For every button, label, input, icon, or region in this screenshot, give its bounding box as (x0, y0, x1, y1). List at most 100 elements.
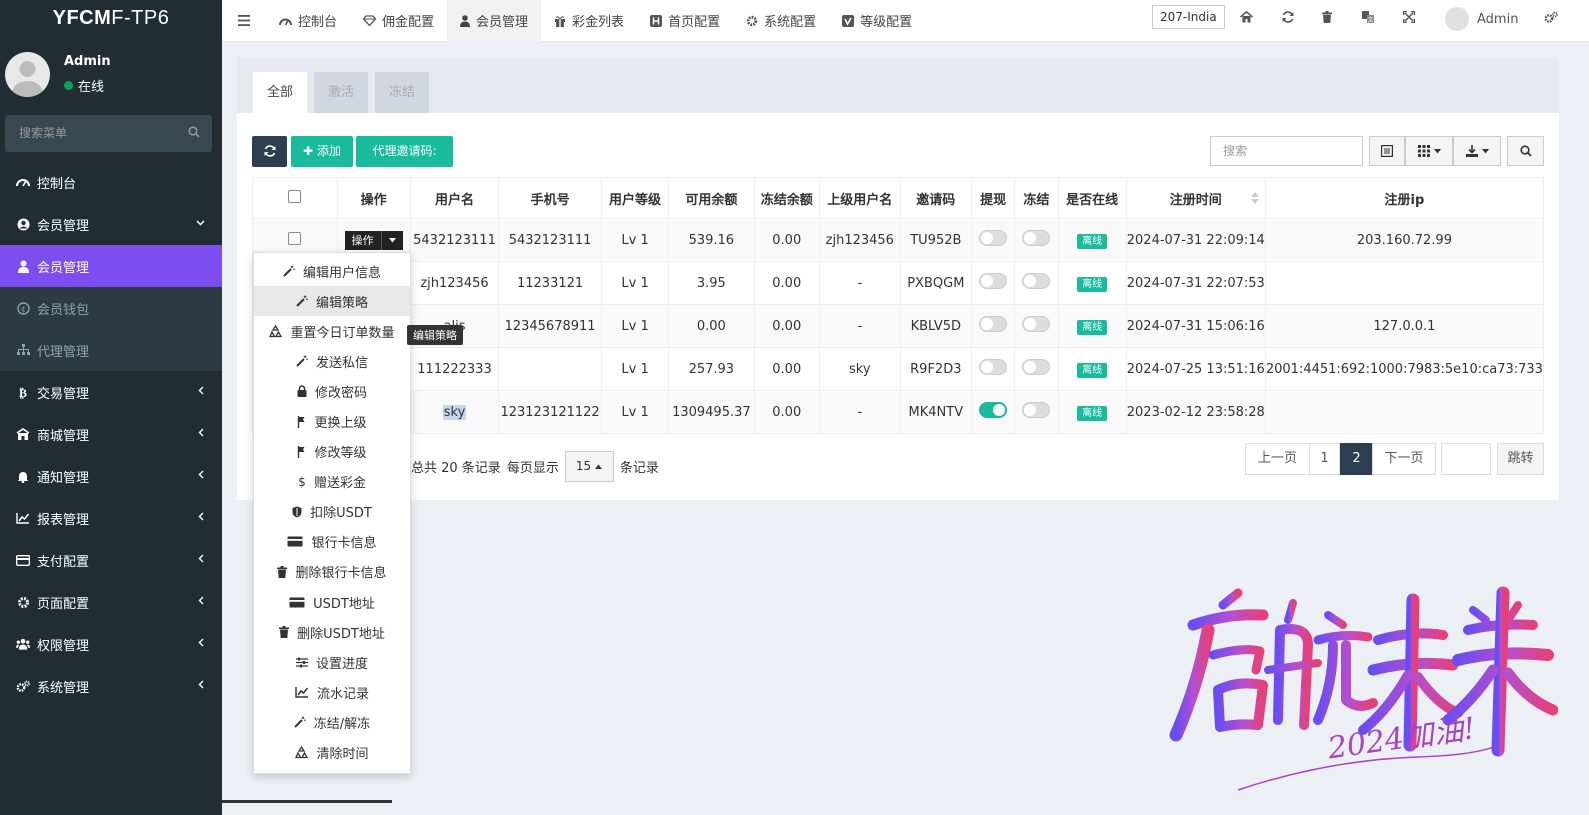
dollar-icon: $ (298, 475, 306, 488)
app-logo[interactable]: YFCMF-TP6 (0, 0, 222, 40)
select-all-checkbox[interactable] (252, 177, 338, 219)
magic-icon (296, 355, 308, 368)
withdraw-toggle[interactable] (971, 304, 1016, 348)
tab-system-config[interactable]: 系统配置 (733, 0, 829, 42)
dropdown-item[interactable]: 修改等级 (254, 437, 410, 467)
column-header[interactable]: 注册ip (1264, 177, 1545, 219)
tab-commission[interactable]: 佣金配置 (350, 0, 447, 42)
cell-phone (498, 347, 602, 391)
admin-user-menu[interactable]: Admin (1445, 7, 1518, 31)
refresh-button[interactable] (252, 136, 287, 167)
add-button[interactable]: ✚ 添加 (291, 136, 353, 167)
caret-up-icon (594, 464, 602, 469)
sidebar-item-trade[interactable]: ₿ 交易管理 (0, 371, 222, 413)
page-size-select[interactable]: 15 (564, 451, 614, 482)
dropdown-item[interactable]: 删除银行卡信息 (254, 557, 410, 587)
tab-home-config[interactable]: 首页配置 (637, 0, 733, 42)
tab-all[interactable]: 全部 (253, 72, 308, 113)
sidebar-item-member-manage[interactable]: 会员管理 (0, 245, 222, 287)
sidebar-item-report[interactable]: 报表管理 (0, 497, 222, 539)
withdraw-toggle[interactable] (971, 347, 1016, 391)
fullscreen-icon[interactable] (1403, 11, 1415, 23)
menu-search-input[interactable]: 搜索菜单 (5, 115, 212, 152)
sidebar-item-system[interactable]: 系统管理 (0, 665, 222, 707)
dropdown-item[interactable]: 编辑策略 (254, 286, 410, 317)
dropdown-item[interactable]: 扣除USDT (254, 497, 410, 527)
dropdown-item[interactable]: 发送私信 (254, 346, 410, 376)
menu-toggle-icon[interactable] (222, 0, 266, 42)
table-search-input[interactable]: 搜索 (1210, 136, 1363, 166)
column-header[interactable]: 邀请码 (899, 177, 973, 219)
cell-time: 2024-07-25 13:51:16 (1125, 347, 1266, 391)
refresh-icon (252, 136, 287, 157)
withdraw-toggle[interactable] (971, 261, 1016, 305)
column-header[interactable]: 是否在线 (1057, 177, 1127, 219)
column-header[interactable]: 上级用户名 (818, 177, 901, 219)
page-jump-input[interactable] (1441, 443, 1491, 475)
freeze-toggle[interactable] (1014, 390, 1059, 434)
sidebar-item-payment[interactable]: 支付配置 (0, 539, 222, 581)
translate-icon[interactable]: 文 (1362, 11, 1374, 23)
home-icon[interactable] (1240, 11, 1253, 23)
tab-dashboard[interactable]: 控制台 (266, 0, 350, 42)
sidebar-item-agent[interactable]: 代理管理 (0, 329, 222, 371)
column-header[interactable]: 手机号 (498, 177, 602, 219)
dropdown-item[interactable]: 流水记录 (254, 677, 410, 707)
dropdown-item[interactable]: 重置今日订单数量 (254, 316, 410, 346)
dropdown-item[interactable]: 银行卡信息 (254, 527, 410, 557)
next-page-button[interactable]: 下一页 (1372, 443, 1436, 475)
withdraw-toggle[interactable] (971, 218, 1016, 262)
trash-icon[interactable] (1322, 11, 1332, 23)
dropdown-item[interactable]: USDT地址 (254, 587, 410, 617)
column-header-sortable[interactable]: 注册时间 (1125, 177, 1266, 219)
jump-button[interactable]: 跳转 (1497, 443, 1544, 475)
page-2-button[interactable]: 2 (1340, 443, 1373, 475)
tab-level-config[interactable]: 等级配置 (829, 0, 925, 42)
freeze-toggle[interactable] (1014, 261, 1059, 305)
dropdown-item[interactable]: 编辑用户信息 (254, 256, 410, 286)
caret-down-icon (1481, 148, 1489, 154)
tab-active[interactable]: 激活 (314, 72, 369, 113)
page-1-button[interactable]: 1 (1309, 443, 1340, 475)
freeze-toggle[interactable] (1014, 304, 1059, 348)
operation-dropdown-button[interactable]: 操作 (344, 230, 403, 250)
columns-button[interactable] (1405, 136, 1453, 166)
column-header[interactable]: 用户名 (409, 177, 500, 219)
sidebar-item-member-wallet[interactable]: ¢ 会员钱包 (0, 287, 222, 329)
withdraw-toggle[interactable] (971, 390, 1016, 434)
export-button[interactable] (1453, 136, 1501, 166)
language-select[interactable]: 207-India (1152, 5, 1225, 29)
dropdown-item[interactable]: $ 赠送彩金 (254, 467, 410, 497)
column-header[interactable]: 可用余额 (668, 177, 755, 219)
dropdown-item[interactable]: 清除时间 (254, 738, 410, 768)
freeze-toggle[interactable] (1014, 347, 1059, 391)
refresh-icon[interactable] (1282, 11, 1294, 23)
sidebar-item-notify[interactable]: 通知管理 (0, 455, 222, 497)
sidebar: YFCMF-TP6 Admin 在线 搜索菜单 控制台 会员管理 会员管理 ¢ 会… (0, 0, 222, 815)
invite-code-button[interactable]: 代理邀请码: (356, 136, 453, 167)
toggle-view-button[interactable] (1369, 136, 1405, 166)
freeze-toggle[interactable] (1014, 218, 1059, 262)
dropdown-item[interactable]: 更换上级 (254, 406, 410, 436)
cogs-icon[interactable] (1544, 11, 1558, 24)
cell-username: sky (409, 390, 500, 434)
tab-member[interactable]: 会员管理 (447, 0, 542, 42)
tab-frozen[interactable]: 冻结 (375, 72, 430, 113)
sidebar-item-permission[interactable]: 权限管理 (0, 623, 222, 665)
dropdown-item[interactable]: 冻结/解冻 (254, 707, 410, 737)
dropdown-item[interactable]: 删除USDT地址 (254, 617, 410, 647)
sidebar-item-shop[interactable]: 商城管理 (0, 413, 222, 455)
sidebar-item-page-config[interactable]: 页面配置 (0, 581, 222, 623)
prev-page-button[interactable]: 上一页 (1245, 443, 1310, 475)
dropdown-item[interactable]: 修改密码 (254, 376, 410, 406)
column-header[interactable]: 用户等级 (600, 177, 670, 219)
column-header[interactable]: 提现 (971, 177, 1016, 219)
search-button[interactable] (1507, 136, 1544, 166)
column-header[interactable]: 冻结余额 (753, 177, 820, 219)
sidebar-item-dashboard[interactable]: 控制台 (0, 161, 222, 203)
sidebar-item-member[interactable]: 会员管理 (0, 203, 222, 245)
scrollbar[interactable] (222, 800, 392, 803)
tab-bonus-list[interactable]: 彩金列表 (541, 0, 637, 42)
dropdown-item[interactable]: 设置进度 (254, 647, 410, 677)
column-header[interactable]: 冻结 (1014, 177, 1059, 219)
